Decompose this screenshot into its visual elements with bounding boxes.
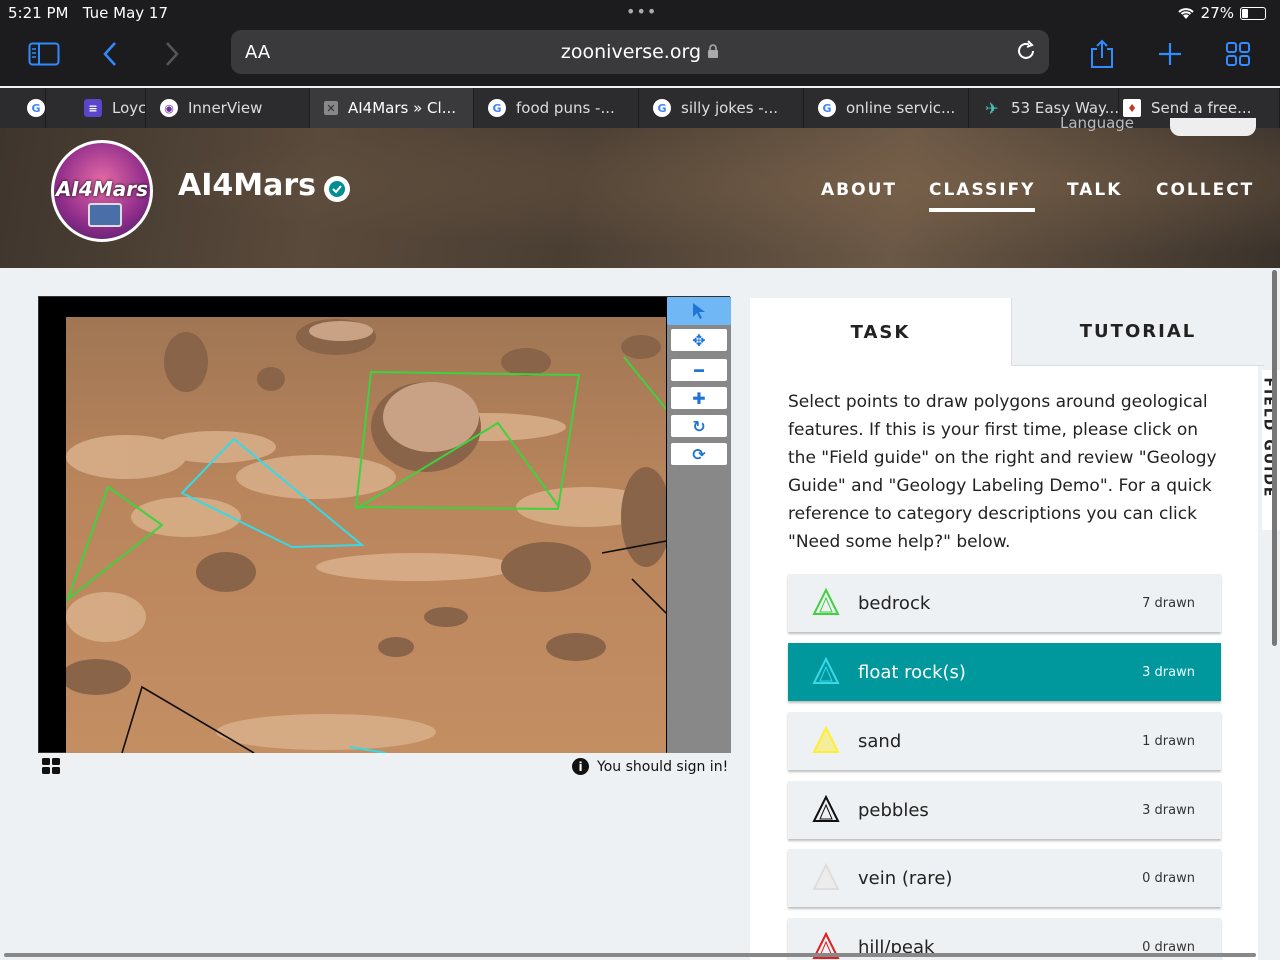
new-tab-icon[interactable] bbox=[1150, 38, 1190, 70]
tab-task[interactable]: TASK bbox=[750, 298, 1011, 366]
tab-overview-icon[interactable] bbox=[1218, 38, 1258, 70]
nav-collect[interactable]: COLLECT bbox=[1156, 180, 1254, 200]
language-select[interactable] bbox=[1170, 118, 1256, 136]
rotate-icon: ↻ bbox=[692, 416, 706, 436]
choice-pebbles[interactable]: pebbles 3 drawn bbox=[788, 781, 1221, 839]
choice-vein[interactable]: vein (rare) 0 drawn bbox=[788, 849, 1221, 907]
url-text: zooniverse.org bbox=[231, 41, 1049, 63]
choice-label: sand bbox=[858, 730, 902, 752]
rotate-button[interactable]: ↻ bbox=[671, 415, 727, 437]
zoom-out-button[interactable]: ━ bbox=[671, 359, 727, 381]
horizontal-scrollbar[interactable] bbox=[4, 953, 1256, 957]
nav-classify[interactable]: CLASSIFY bbox=[929, 180, 1036, 212]
choice-sand[interactable]: sand 1 drawn bbox=[788, 712, 1221, 770]
browser-toolbar: AA zooniverse.org bbox=[0, 28, 1280, 86]
choice-count: 1 drawn bbox=[1142, 733, 1195, 749]
tab-item-1[interactable]: ≡ Loyc bbox=[46, 88, 146, 128]
innerview-icon: ◉ bbox=[160, 99, 178, 117]
status-bar: 5:21 PM Tue May 17 ••• 27% bbox=[0, 0, 1280, 28]
tab-item-0[interactable]: G bbox=[0, 88, 46, 128]
project-logo[interactable]: AI4Mars bbox=[51, 140, 153, 242]
minus-icon: ━ bbox=[694, 360, 704, 380]
triangle-icon bbox=[812, 863, 840, 890]
choice-bedrock[interactable]: bedrock 7 drawn bbox=[788, 574, 1221, 632]
choice-count: 3 drawn bbox=[1142, 802, 1195, 818]
choice-label: float rock(s) bbox=[858, 661, 966, 683]
tab-item-3[interactable]: ✕ AI4Mars » Cl... bbox=[310, 88, 474, 128]
subject-viewer: ✥ ━ ✚ ↻ ⟳ bbox=[38, 296, 731, 753]
google-icon: G bbox=[27, 99, 45, 117]
tab-tutorial[interactable]: TUTORIAL bbox=[1011, 298, 1264, 366]
pan-tool-button[interactable]: ✥ bbox=[671, 329, 727, 351]
choice-count: 0 drawn bbox=[1142, 870, 1195, 886]
sidebar-toggle-icon[interactable] bbox=[24, 38, 64, 70]
language-label: Language bbox=[1060, 114, 1135, 132]
reset-button[interactable]: ⟳ bbox=[671, 443, 727, 465]
choice-float-rock[interactable]: float rock(s) 3 drawn bbox=[788, 643, 1221, 701]
multitasking-dots[interactable]: ••• bbox=[626, 2, 657, 21]
task-panel: TASK TUTORIAL Select points to draw poly… bbox=[750, 298, 1264, 960]
google-icon: G bbox=[488, 99, 506, 117]
mars-image[interactable] bbox=[66, 317, 666, 753]
forward-icon[interactable] bbox=[152, 38, 192, 70]
zoom-in-button[interactable]: ✚ bbox=[671, 387, 727, 409]
triangle-icon bbox=[812, 726, 840, 753]
project-title[interactable]: AI4Mars bbox=[178, 168, 316, 203]
plane-icon: ✈ bbox=[985, 98, 999, 118]
status-time: 5:21 PM Tue May 17 bbox=[8, 4, 169, 22]
google-icon: G bbox=[653, 99, 671, 117]
nav-about[interactable]: ABOUT bbox=[821, 180, 897, 200]
list-icon: ≡ bbox=[84, 99, 102, 117]
nav-talk[interactable]: TALK bbox=[1067, 180, 1122, 200]
info-icon: i bbox=[572, 758, 589, 775]
triangle-icon bbox=[812, 657, 840, 684]
cursor-icon bbox=[693, 303, 705, 319]
move-icon: ✥ bbox=[692, 330, 706, 350]
choice-label: bedrock bbox=[858, 592, 931, 614]
tab-item-5[interactable]: Gsilly jokes -... bbox=[639, 88, 804, 128]
field-guide-tab[interactable]: FIELD GUIDE bbox=[1262, 370, 1280, 530]
lock-icon bbox=[708, 44, 719, 58]
plus-icon: ✚ bbox=[692, 388, 706, 408]
close-tab-icon[interactable]: ✕ bbox=[324, 101, 338, 115]
battery-icon bbox=[1240, 6, 1266, 20]
viewer-toolbar: ✥ ━ ✚ ↻ ⟳ bbox=[667, 297, 731, 753]
google-icon: G bbox=[818, 99, 836, 117]
choice-label: vein (rare) bbox=[858, 867, 953, 889]
task-instructions: Select points to draw polygons around ge… bbox=[788, 392, 1217, 552]
refresh-icon: ⟳ bbox=[692, 444, 706, 464]
reload-icon[interactable] bbox=[1015, 40, 1037, 62]
sign-in-notice[interactable]: i You should sign in! bbox=[572, 758, 728, 775]
address-bar[interactable]: AA zooniverse.org bbox=[231, 30, 1049, 74]
tab-item-2[interactable]: ◉ InnerView bbox=[146, 88, 310, 128]
choice-count: 3 drawn bbox=[1142, 664, 1195, 680]
rover-icon bbox=[88, 203, 122, 227]
tab-item-6[interactable]: Gonline servic... bbox=[804, 88, 969, 128]
back-icon[interactable] bbox=[90, 38, 130, 70]
wifi-icon bbox=[1177, 8, 1194, 19]
vertical-scrollbar[interactable] bbox=[1272, 270, 1277, 646]
choice-label: pebbles bbox=[858, 799, 929, 821]
choice-count: 7 drawn bbox=[1142, 595, 1195, 611]
tab-item-4[interactable]: Gfood puns -... bbox=[474, 88, 639, 128]
triangle-icon bbox=[812, 588, 840, 615]
share-icon[interactable] bbox=[1082, 38, 1122, 70]
triangle-icon bbox=[812, 795, 840, 822]
pointer-tool-button[interactable] bbox=[667, 297, 731, 325]
battery-percent: 27% bbox=[1200, 4, 1234, 22]
verified-icon bbox=[324, 176, 350, 202]
frame-grid-icon[interactable] bbox=[42, 758, 60, 778]
project-header: Language AI4Mars AI4Mars ABOUT CLASSIFY … bbox=[0, 114, 1280, 268]
